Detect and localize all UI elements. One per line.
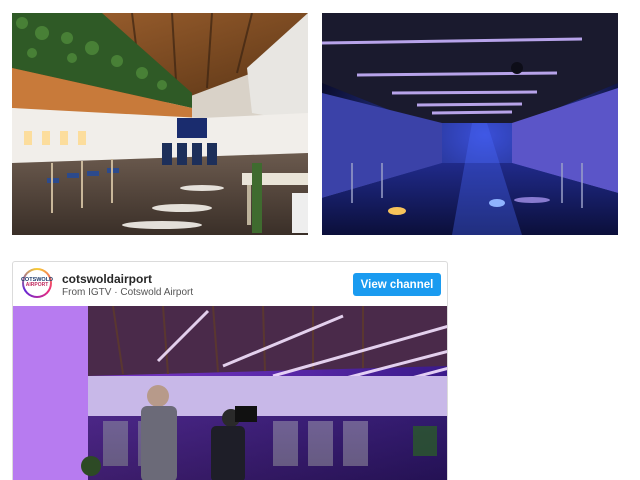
photo-aircraft-blue-lights-image (322, 13, 618, 235)
photo-aircraft-lounge-image (12, 13, 308, 235)
photo-aircraft-blue-lights (322, 13, 618, 235)
source-separator: · (111, 287, 121, 298)
source-account[interactable]: Cotswold Airport (120, 287, 193, 298)
embed-header: COTSWOLD AIRPORT cotswoldairport From IG… (13, 262, 447, 306)
source-prefix: From IGTV (62, 287, 112, 298)
account-avatar[interactable]: COTSWOLD AIRPORT (21, 268, 53, 298)
avatar-logo-subtext: AIRPORT (25, 282, 49, 289)
account-name-link[interactable]: cotswoldairport (62, 272, 152, 286)
embed-media[interactable] (13, 306, 447, 480)
avatar-logo: COTSWOLD AIRPORT (21, 270, 53, 296)
photo-aircraft-lounge (12, 13, 308, 235)
embed-media-image (13, 306, 447, 480)
view-channel-button[interactable]: View channel (353, 273, 441, 296)
account-source: From IGTV · Cotswold Airport (62, 287, 193, 298)
instagram-embed: COTSWOLD AIRPORT cotswoldairport From IG… (12, 261, 448, 480)
